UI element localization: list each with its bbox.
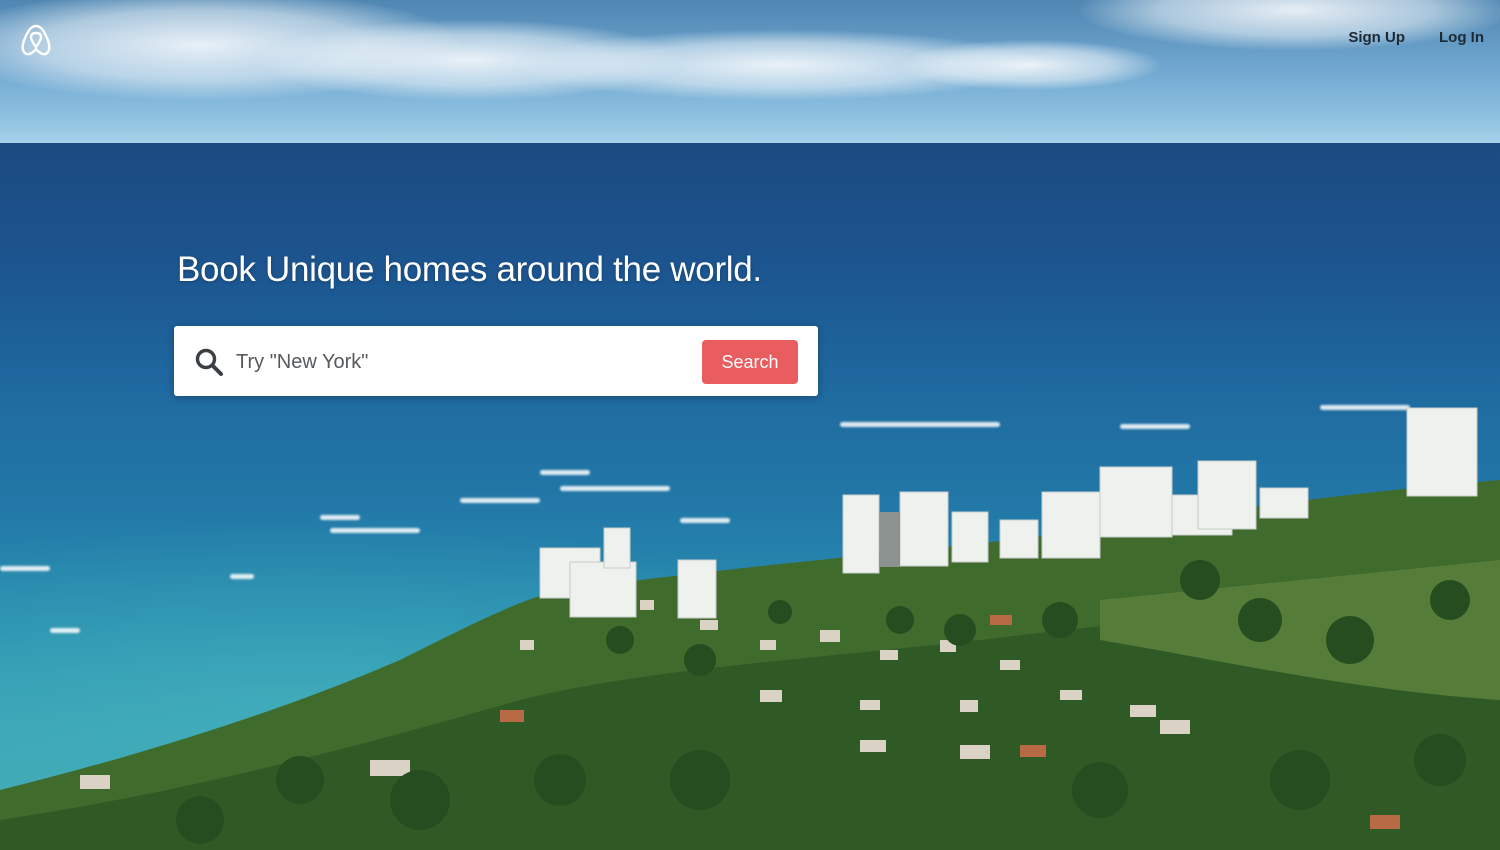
search-icon <box>194 347 224 377</box>
search-button[interactable]: Search <box>702 340 798 384</box>
log-in-link[interactable]: Log In <box>1439 29 1484 46</box>
top-nav: Sign Up Log In <box>1348 29 1484 46</box>
airbnb-belo-logo-icon[interactable] <box>18 22 54 58</box>
hero-title: Book Unique homes around the world. <box>177 250 762 289</box>
coastline-landscape <box>0 407 1500 850</box>
search-box: Search <box>174 326 818 396</box>
sign-up-link[interactable]: Sign Up <box>1348 29 1405 46</box>
search-input[interactable] <box>234 343 688 381</box>
landing-page: Sign Up Log In Book Unique homes around … <box>0 0 1500 850</box>
